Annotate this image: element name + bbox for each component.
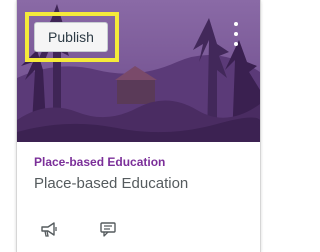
kebab-dot (234, 22, 238, 26)
course-subtitle: Place-based Education (34, 175, 189, 192)
discussion-icon-glyph (100, 222, 116, 237)
discussion-icon[interactable] (97, 220, 121, 240)
kebab-menu-icon[interactable] (231, 22, 241, 46)
kebab-dot (234, 32, 238, 36)
course-image[interactable]: Publish (17, 0, 260, 142)
publish-button[interactable]: Publish (34, 22, 108, 52)
kebab-dot (234, 42, 238, 46)
megaphone-icon-glyph (41, 222, 57, 237)
course-card[interactable]: Publish Place-based Education Place-base… (16, 0, 261, 252)
megaphone-icon[interactable] (37, 220, 61, 240)
course-title-link[interactable]: Place-based Education (34, 155, 165, 169)
